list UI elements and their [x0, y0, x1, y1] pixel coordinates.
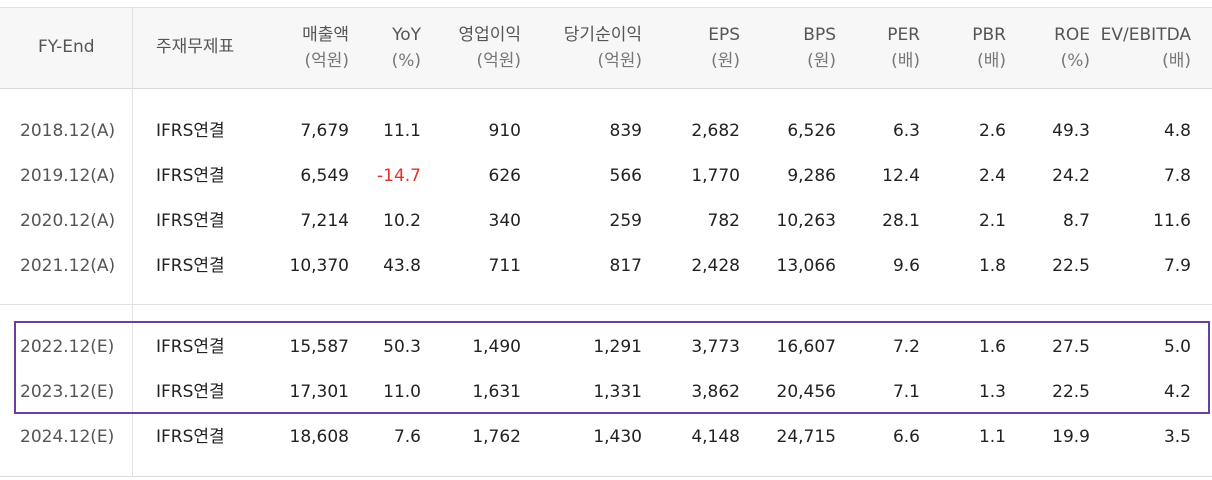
header-unit: (억원) [304, 51, 349, 71]
header-unit: (배) [891, 51, 920, 71]
cell-net-income: 839 [609, 121, 642, 141]
cell-fy-end: 2024.12(E) [20, 427, 115, 447]
cell-ev-ebitda: 11.6 [1153, 211, 1191, 231]
header-unit: (배) [1162, 51, 1191, 71]
header-bps: BPS (원) [803, 22, 836, 74]
cell-statement: IFRS연결 [156, 256, 225, 276]
cell-bps: 6,526 [787, 121, 836, 141]
cell-per: 12.4 [882, 166, 920, 186]
cell-pbr: 2.1 [978, 211, 1006, 231]
cell-statement: IFRS연결 [156, 427, 225, 447]
header-label: 영업이익 [458, 25, 521, 45]
cell-fy-end: 2018.12(A) [20, 121, 116, 141]
header-label: PER [887, 25, 920, 45]
cell-ev-ebitda: 4.8 [1163, 121, 1191, 141]
cell-yoy: 7.6 [393, 427, 421, 447]
header-unit: (원) [807, 51, 836, 71]
cell-net-income: 1,430 [593, 427, 642, 447]
cell-fy-end: 2021.12(A) [20, 256, 116, 276]
header-yoy: YoY (%) [392, 22, 421, 74]
cell-operating-profit: 340 [488, 211, 521, 231]
header-per: PER (배) [887, 22, 920, 74]
cell-bps: 13,066 [776, 256, 836, 276]
cell-per: 6.6 [892, 427, 920, 447]
financial-summary-table: FY-End 주재무제표 매출액 (억원) YoY (%) 영업이익 (억원) … [0, 0, 1212, 480]
header-label: BPS [803, 25, 836, 45]
cell-roe: 8.7 [1062, 211, 1090, 231]
cell-yoy: -14.7 [377, 166, 421, 186]
header-pbr: PBR (배) [972, 22, 1006, 74]
header-label: PBR [972, 25, 1006, 45]
cell-pbr: 2.6 [978, 121, 1006, 141]
header-fy-end: FY-End [38, 34, 95, 60]
cell-yoy: 10.2 [383, 211, 421, 231]
cell-pbr: 2.4 [978, 166, 1006, 186]
header-net-income: 당기순이익 (억원) [564, 22, 642, 74]
header-eps: EPS (원) [708, 22, 740, 74]
header-unit: (배) [977, 51, 1006, 71]
cell-per: 28.1 [882, 211, 920, 231]
cell-yoy: 43.8 [383, 256, 421, 276]
header-unit: (%) [1060, 51, 1090, 71]
header-label: ROE [1054, 25, 1090, 45]
cell-bps: 10,263 [776, 211, 836, 231]
cell-eps: 2,682 [691, 121, 740, 141]
cell-revenue: 7,679 [300, 121, 349, 141]
section-divider [0, 304, 1212, 305]
cell-operating-profit: 1,762 [472, 427, 521, 447]
header-unit: (억원) [597, 51, 642, 71]
cell-fy-end: 2020.12(A) [20, 211, 116, 231]
forecast-highlight-box [14, 321, 1210, 414]
cell-bps: 24,715 [776, 427, 836, 447]
header-label: 주재무제표 [156, 37, 235, 57]
cell-operating-profit: 910 [488, 121, 521, 141]
header-ev-ebitda: EV/EBITDA (배) [1101, 22, 1191, 74]
header-label: EPS [708, 25, 740, 45]
header-unit: (%) [391, 51, 421, 71]
cell-bps: 9,286 [787, 166, 836, 186]
header-statement: 주재무제표 [156, 34, 234, 60]
header-roe: ROE (%) [1054, 22, 1090, 74]
cell-per: 9.6 [892, 256, 920, 276]
cell-fy-end: 2019.12(A) [20, 166, 116, 186]
header-unit: (원) [711, 51, 740, 71]
header-operating-profit: 영업이익 (억원) [458, 22, 521, 74]
cell-ev-ebitda: 7.8 [1163, 166, 1191, 186]
cell-operating-profit: 711 [488, 256, 521, 276]
cell-revenue: 6,549 [300, 166, 349, 186]
table-bottom-border [0, 476, 1212, 477]
cell-roe: 24.2 [1052, 166, 1090, 186]
cell-operating-profit: 626 [488, 166, 521, 186]
cell-revenue: 7,214 [300, 211, 349, 231]
cell-pbr: 1.8 [978, 256, 1006, 276]
cell-ev-ebitda: 3.5 [1163, 427, 1191, 447]
cell-statement: IFRS연결 [156, 211, 225, 231]
cell-eps: 4,148 [691, 427, 740, 447]
cell-roe: 22.5 [1052, 256, 1090, 276]
cell-eps: 2,428 [691, 256, 740, 276]
cell-roe: 49.3 [1052, 121, 1090, 141]
cell-eps: 782 [707, 211, 740, 231]
cell-eps: 1,770 [691, 166, 740, 186]
header-label: FY-End [38, 37, 95, 57]
cell-yoy: 11.1 [383, 121, 421, 141]
cell-net-income: 259 [609, 211, 642, 231]
cell-revenue: 18,608 [289, 427, 349, 447]
header-label: EV/EBITDA [1100, 25, 1191, 45]
header-revenue: 매출액 (억원) [302, 22, 349, 74]
cell-pbr: 1.1 [978, 427, 1006, 447]
cell-statement: IFRS연결 [156, 166, 225, 186]
header-unit: (억원) [476, 51, 521, 71]
cell-net-income: 566 [609, 166, 642, 186]
header-label: YoY [392, 25, 421, 45]
header-label: 당기순이익 [563, 25, 642, 45]
header-label: 매출액 [302, 25, 349, 45]
cell-net-income: 817 [609, 256, 642, 276]
cell-ev-ebitda: 7.9 [1163, 256, 1191, 276]
cell-per: 6.3 [892, 121, 920, 141]
cell-roe: 19.9 [1052, 427, 1090, 447]
cell-statement: IFRS연결 [156, 121, 225, 141]
cell-revenue: 10,370 [289, 256, 349, 276]
